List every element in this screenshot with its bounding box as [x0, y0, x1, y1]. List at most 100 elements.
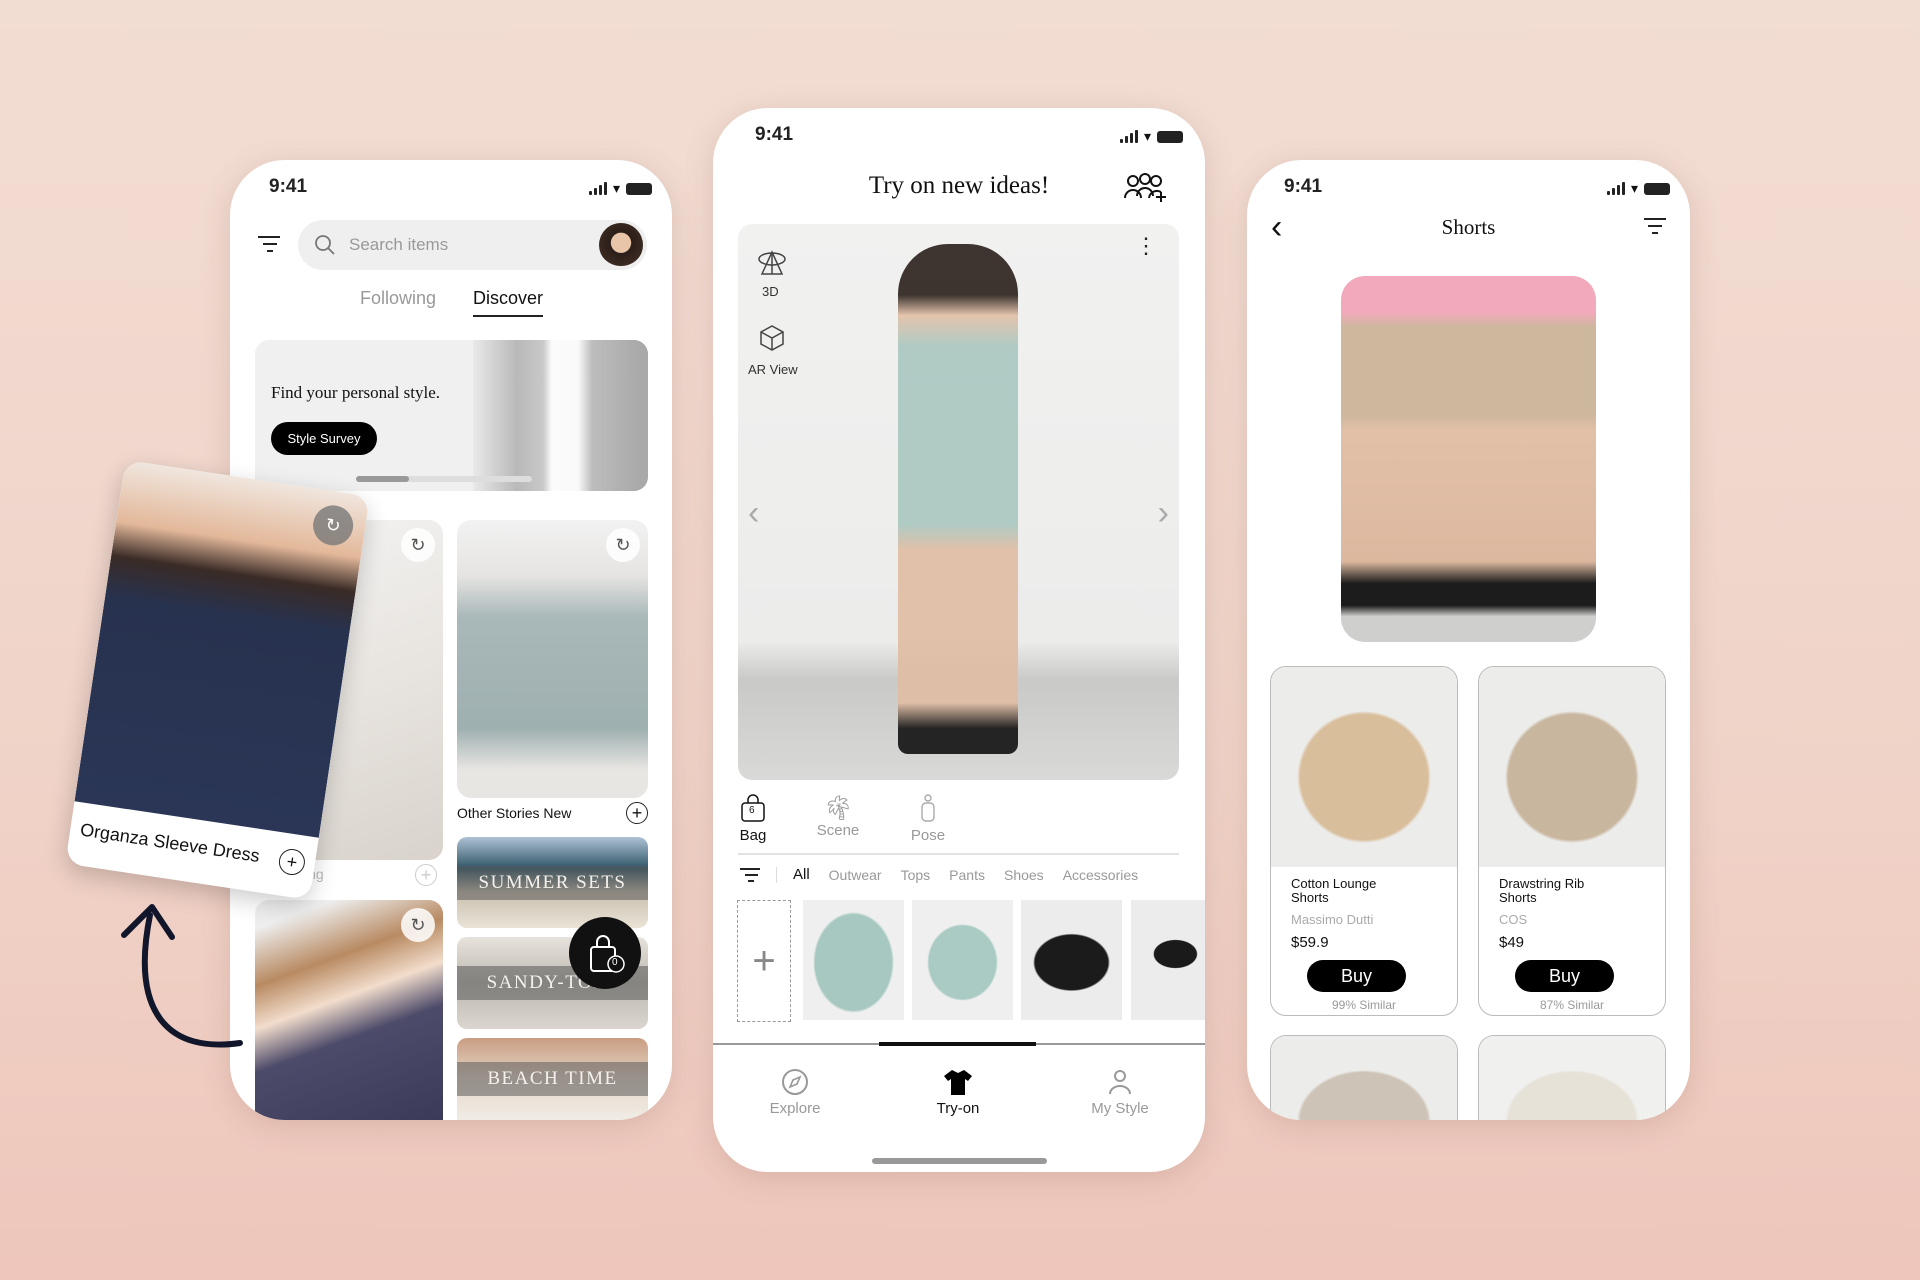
collection-beach-time[interactable]: BEACH TIME [457, 1038, 648, 1120]
product-brand: COS [1499, 912, 1528, 927]
collection-title: SUMMER SETS [457, 865, 648, 900]
grid-photo-right-1[interactable]: ↻ [457, 520, 648, 798]
category-tops[interactable]: Tops [901, 867, 931, 883]
reference-photo [1341, 276, 1596, 642]
filter-icon[interactable] [1644, 218, 1666, 234]
curved-arrow-icon [121, 904, 243, 1048]
page-title: Shorts [1441, 215, 1496, 239]
similarity: 87% Similar [1539, 998, 1605, 1012]
category-pants[interactable]: Pants [949, 867, 985, 883]
product-name: Drawstring Rib Shorts [1499, 876, 1585, 905]
separator [776, 866, 777, 883]
filter-icon[interactable] [258, 236, 282, 252]
ar-view-label: AR View [748, 362, 798, 377]
status-time: 9:41 [1284, 176, 1323, 197]
category-all[interactable]: All [793, 866, 810, 883]
product-card[interactable]: Cotton Lounge Shorts Massimo Dutti $59.9… [1270, 666, 1458, 1016]
palm-tree-icon: 🌴︎ [822, 795, 854, 822]
person-icon [1109, 1070, 1131, 1095]
product-card[interactable] [1270, 1035, 1458, 1120]
buy-button[interactable]: Buy [1515, 960, 1614, 992]
product-label: Organza Sleeve Dress [78, 819, 261, 867]
banner-text: Find your personal style. [271, 383, 441, 402]
shorts-phone: 9:41 ▾ ‹ Shorts Cotton Lounge Shorts Mas… [1247, 160, 1690, 1120]
compass-icon [782, 1069, 808, 1095]
previous-arrow-icon[interactable]: ‹ [748, 494, 759, 533]
add-icon[interactable]: + [277, 847, 307, 877]
category-accessories[interactable]: Accessories [1063, 867, 1138, 883]
product-brand: Massimo Dutti [1291, 912, 1374, 927]
battery-icon [1157, 130, 1183, 143]
product-price: $49 [1499, 934, 1525, 951]
swap-icon[interactable]: ↻ [606, 528, 640, 562]
tab-following[interactable]: Following [360, 288, 436, 309]
pose-label: Pose [910, 827, 946, 844]
toolbar-pose[interactable]: Pose [903, 794, 953, 844]
ar-cube-icon[interactable] [756, 322, 788, 354]
signal-icon [1606, 182, 1625, 195]
status-icons: ▾ [1119, 128, 1183, 145]
home-indicator [872, 1158, 1047, 1164]
product-image [1479, 667, 1665, 867]
search-bar[interactable]: Search items [298, 220, 647, 270]
category-shoes[interactable]: Shoes [1004, 867, 1044, 883]
nav-label: Explore [769, 1100, 821, 1117]
toolbar-bag[interactable]: 6 Bag [731, 794, 775, 844]
product-image [1271, 1036, 1457, 1120]
model-figure [898, 244, 1018, 754]
more-options-icon[interactable]: ⋮ [1135, 235, 1157, 257]
pose-figure-icon [921, 794, 935, 822]
toolbar-scene[interactable]: 🌴︎ Scene [810, 794, 866, 839]
collection-title: BEACH TIME [457, 1062, 648, 1096]
invite-friends-icon[interactable] [1123, 172, 1169, 204]
nav-label: Try-on [936, 1100, 980, 1117]
nav-active-indicator [879, 1042, 1036, 1046]
banner-model-photo [473, 340, 648, 491]
product-card[interactable] [1478, 1035, 1666, 1120]
category-bar: All Outwear Tops Pants Shoes Accessories [740, 866, 1138, 883]
wifi-icon: ▾ [1143, 128, 1151, 144]
3d-rotate-icon[interactable] [756, 248, 788, 280]
try-on-model-photo: 3D AR View ⋮ ‹ › [738, 224, 1179, 780]
collection-summer-sets[interactable]: SUMMER SETS [457, 837, 648, 928]
add-icon[interactable]: + [415, 864, 437, 886]
status-icons: ▾ [1606, 180, 1670, 197]
status-time: 9:41 [269, 176, 308, 197]
nav-my-style[interactable]: My Style [1060, 1068, 1180, 1117]
next-arrow-icon[interactable]: › [1158, 494, 1169, 533]
thumbnail-sandals[interactable] [1021, 900, 1122, 1020]
scene-label: Scene [816, 822, 860, 839]
bag-label: Bag [739, 827, 767, 844]
try-on-phone: 9:41 ▾ Try on new ideas! 3D AR View ⋮ ‹ … [713, 108, 1205, 1172]
divider [738, 853, 1179, 855]
nav-explore[interactable]: Explore [735, 1068, 855, 1117]
avatar[interactable] [599, 223, 643, 267]
nav-try-on[interactable]: Try-on [898, 1068, 1018, 1117]
grid-label-right: Other Stories New [457, 805, 572, 821]
style-survey-button[interactable]: Style Survey [271, 422, 377, 455]
style-banner[interactable]: Find your personal style. Style Survey [255, 340, 648, 491]
filter-icon[interactable] [740, 867, 762, 882]
3d-label: 3D [762, 284, 779, 299]
tab-discover[interactable]: Discover [473, 288, 544, 317]
buy-button[interactable]: Buy [1307, 960, 1406, 992]
thumbnail-shorts[interactable] [912, 900, 1013, 1020]
product-card[interactable]: Drawstring Rib Shorts COS $49 Buy 87% Si… [1478, 666, 1666, 1016]
signal-icon [1119, 130, 1138, 143]
bag-button[interactable]: 0 [569, 917, 641, 989]
add-icon[interactable]: + [626, 802, 648, 824]
bag-badge: 6 [749, 805, 755, 816]
product-name: Cotton Lounge Shorts [1291, 876, 1377, 905]
swap-icon[interactable]: ↻ [401, 908, 435, 942]
shopping-bag-icon [590, 935, 625, 973]
tshirt-icon [944, 1070, 972, 1095]
wifi-icon: ▾ [1630, 180, 1638, 196]
thumbnail-sweater[interactable] [803, 900, 904, 1020]
thumbnail-sunglasses[interactable] [1131, 900, 1205, 1020]
category-outwear[interactable]: Outwear [829, 867, 882, 883]
search-icon [315, 235, 335, 255]
add-item-button[interactable]: + [737, 900, 791, 1022]
grid-photo-left-2[interactable]: ↻ [255, 900, 443, 1120]
swap-icon[interactable]: ↻ [401, 528, 435, 562]
banner-progress [356, 476, 532, 482]
